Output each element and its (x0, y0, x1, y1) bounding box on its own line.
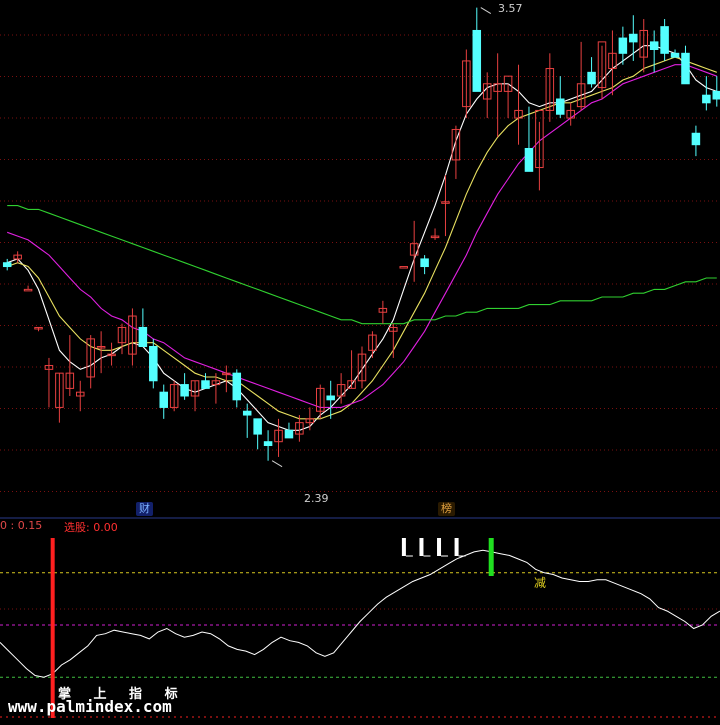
candle-down (326, 395, 335, 401)
signal-bar-white (401, 538, 406, 556)
candle-down (670, 52, 680, 58)
candle-down (253, 418, 262, 435)
watermark-url: www.palmindex.com (8, 697, 172, 716)
candle-down (629, 33, 638, 43)
ma-line-4 (7, 205, 717, 325)
candle-up (23, 288, 33, 292)
candle-down (618, 37, 628, 54)
candle-down (201, 380, 210, 389)
candle-down (138, 326, 148, 348)
candle-down (242, 410, 252, 416)
low-pointer (271, 460, 283, 468)
low-price-label: 2.39 (304, 492, 329, 505)
high-pointer (480, 7, 492, 15)
indicator-line (0, 549, 720, 678)
signal-bar-green (488, 538, 494, 576)
badge-bang[interactable]: 榜 (438, 502, 455, 516)
candle-down (556, 98, 565, 115)
indicator-value-label: 0 : 0.15 (0, 519, 43, 532)
chart-canvas (0, 7, 720, 718)
signal-bar-red (50, 538, 55, 718)
candle-down (159, 391, 168, 408)
candle-down (232, 372, 242, 401)
candle-down (2, 262, 12, 268)
candle-down (691, 132, 701, 146)
candle-down (649, 41, 659, 51)
candle-down (524, 148, 534, 172)
candle-down (284, 429, 294, 439)
candle-up (399, 266, 408, 269)
candle-down (263, 441, 273, 447)
signal-text: 减 (534, 576, 547, 590)
candle-down (180, 384, 189, 397)
candle-down (420, 258, 429, 268)
candle-down (712, 90, 720, 100)
signal-bar-white (454, 538, 459, 556)
high-price-label: 3.57 (498, 2, 523, 15)
candle-down (681, 52, 690, 85)
badge-cai[interactable]: 财 (136, 502, 153, 516)
candle-down (660, 26, 669, 54)
signal-bar-white (419, 538, 424, 556)
candle-down (149, 346, 158, 382)
candle-down (702, 94, 711, 104)
candle-down (587, 71, 596, 85)
candle-down (472, 29, 482, 92)
stock-chart-window: 3.57 2.39 财 榜 0 : 0.15 选股: 0.00 减 掌 上 指 … (0, 0, 720, 725)
xuangu-value-label: 选股: 0.00 (64, 521, 118, 534)
signal-bar-white (437, 538, 442, 556)
